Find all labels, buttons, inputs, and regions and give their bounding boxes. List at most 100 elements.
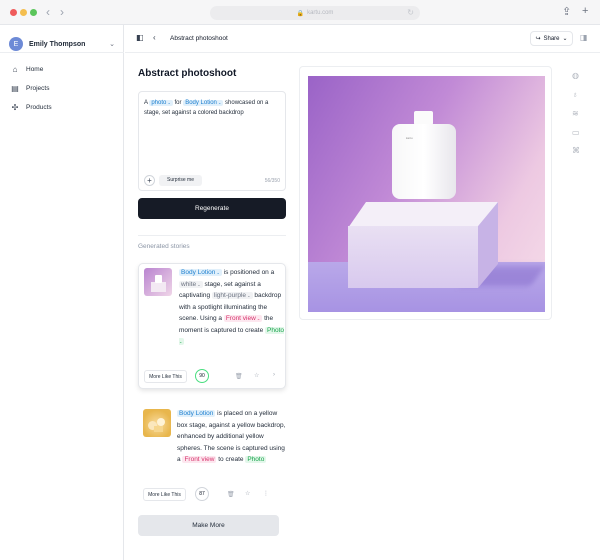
star-icon[interactable]: ☆ <box>254 372 259 379</box>
chevron-down-icon: ⌄ <box>196 281 201 287</box>
stage-box-top <box>348 202 498 228</box>
chevron-down-icon: ⌄ <box>255 316 261 321</box>
product-tag[interactable]: Body Lotion <box>177 410 216 417</box>
chevron-down-icon: ⌄ <box>246 293 251 298</box>
output-tag[interactable]: Photo <box>245 456 267 463</box>
share-page-icon[interactable]: ⇪ <box>562 5 571 18</box>
prompt-editor[interactable]: A photo ⌄ for Body Lotion ⌄ showcased on… <box>138 91 286 191</box>
sidebar-divider <box>0 52 124 53</box>
story-text: Body Lotion is placed on a yellow box st… <box>177 408 287 466</box>
tag-label: light-purple <box>213 292 247 299</box>
color-tag[interactable]: yellow <box>246 433 264 440</box>
lotion-bottle <box>392 124 456 199</box>
product-photo[interactable]: kartu <box>308 76 545 312</box>
chevron-down-icon: ⌄ <box>216 100 222 105</box>
tag-label: photo <box>151 100 167 106</box>
lock-icon: 🔒 <box>296 10 305 17</box>
sidebar-item-products[interactable]: ✣ Products <box>10 100 110 114</box>
view-tag[interactable]: Front view ⌄ <box>223 315 263 322</box>
chevron-down-icon: ⌄ <box>215 270 220 275</box>
story-thumbnail <box>143 409 171 437</box>
surprise-me-button[interactable]: Surprise me <box>159 175 202 186</box>
sidebar: E Emily Thompson ⌄ ⌂ Home ▤ Projects ✣ P… <box>0 25 124 560</box>
add-tag-button[interactable]: + <box>144 175 155 186</box>
photo-type-tag[interactable]: photo ⌄ <box>149 100 173 106</box>
generated-stories-heading: Generated stories <box>138 243 190 250</box>
section-divider <box>138 235 286 236</box>
more-like-this-button[interactable]: More Like This <box>143 488 186 501</box>
stage-box-front <box>348 226 478 288</box>
color-tag[interactable]: light-purple ⌄ <box>211 292 253 299</box>
new-tab-icon[interactable]: + <box>582 5 588 17</box>
regenerate-button[interactable]: Regenerate <box>138 198 286 219</box>
browser-titlebar: ‹ › 🔒 kartu.com ↻ ⇪ + <box>0 0 600 25</box>
score-badge: 87 <box>195 487 209 501</box>
app-window: ‹ › 🔒 kartu.com ↻ ⇪ + E Emily Thompson ⌄… <box>0 0 600 560</box>
document-icon: ▤ <box>11 83 19 93</box>
lamp-icon[interactable]: ♁ <box>572 90 578 99</box>
bottle-cap <box>414 111 433 125</box>
delete-icon[interactable]: 🗑 <box>235 373 243 380</box>
forward-arrow-icon[interactable]: › <box>60 5 64 19</box>
minimize-window-button[interactable] <box>20 9 27 16</box>
color-tag[interactable]: yellow <box>237 422 255 429</box>
sidebar-item-label: Products <box>26 103 52 111</box>
preview-frame: kartu <box>299 66 552 320</box>
sidebar-item-label: Projects <box>26 84 50 92</box>
story-fragment: is positioned on a <box>223 269 275 276</box>
user-name: Emily Thompson <box>29 40 86 48</box>
chevron-right-icon[interactable]: › <box>273 372 275 378</box>
tag-label: Front view <box>184 456 215 463</box>
sidebar-item-projects[interactable]: ▤ Projects <box>10 81 110 95</box>
breadcrumb-title: Abstract photoshoot <box>170 35 228 42</box>
page-header: ◧ ‹ Abstract photoshoot ↪ Share ⌄ ◨ <box>125 25 600 53</box>
avatar: E <box>9 37 23 51</box>
sidebar-toggle-icon[interactable]: ◧ <box>136 33 144 42</box>
maximize-window-button[interactable] <box>30 9 37 16</box>
share-button[interactable]: ↪ Share ⌄ <box>530 31 573 46</box>
back-arrow-icon[interactable]: ‹ <box>46 5 50 19</box>
url-text: kartu.com <box>307 10 334 16</box>
share-arrow-icon: ↪ <box>535 36 541 42</box>
chevron-down-icon: ⌄ <box>179 339 183 344</box>
product-tag[interactable]: Body Lotion ⌄ <box>183 100 224 106</box>
reload-icon[interactable]: ↻ <box>407 8 414 17</box>
prompt-text: A photo ⌄ for Body Lotion ⌄ showcased on… <box>144 98 282 118</box>
tag-label: white <box>181 280 197 288</box>
tag-label: Body Lotion <box>181 269 216 276</box>
command-icon[interactable]: ⌘ <box>572 146 580 155</box>
chevron-down-icon: ⌄ <box>166 100 171 105</box>
page-title: Abstract photoshoot <box>138 68 237 79</box>
chevron-down-icon: ⌄ <box>562 36 568 42</box>
back-icon[interactable]: ‹ <box>153 33 156 42</box>
view-tag[interactable]: Front view <box>182 456 217 463</box>
tag-label: Body Lotion <box>185 100 217 106</box>
story-fragment: is placed on a <box>217 410 258 417</box>
palette-icon[interactable]: ◍ <box>572 71 579 80</box>
story-thumbnail <box>144 268 172 296</box>
share-label: Share <box>543 35 560 42</box>
story-text: Body Lotion ⌄ is positioned on a white ⌄… <box>179 267 284 348</box>
more-options-icon[interactable]: ⋮ <box>263 490 269 497</box>
tag-label: Body Lotion <box>179 410 214 417</box>
story-card[interactable]: Body Lotion ⌄ is positioned on a white ⌄… <box>138 263 286 389</box>
close-window-button[interactable] <box>10 9 17 16</box>
delete-icon[interactable]: 🗑 <box>227 491 235 498</box>
image-icon[interactable]: ▭ <box>572 128 580 137</box>
star-icon[interactable]: ☆ <box>245 490 250 497</box>
color-tag[interactable]: yellow <box>259 410 277 417</box>
panel-toggle-icon[interactable]: ◨ <box>580 33 588 42</box>
color-tag[interactable]: white ⌄ <box>179 280 203 288</box>
product-tag[interactable]: Body Lotion ⌄ <box>179 269 222 276</box>
address-bar[interactable]: 🔒 kartu.com ↻ <box>210 6 420 20</box>
char-count: 56/350 <box>264 178 280 184</box>
tag-label: Photo <box>267 326 284 334</box>
story-fragment: box stage, against a <box>177 421 236 429</box>
score-badge: 90 <box>195 369 209 383</box>
story-fragment: to create <box>218 456 244 463</box>
make-more-button[interactable]: Make More <box>138 515 279 536</box>
home-icon: ⌂ <box>12 64 18 74</box>
more-like-this-button[interactable]: More Like This <box>144 370 187 383</box>
sidebar-item-home[interactable]: ⌂ Home <box>10 62 110 76</box>
layers-icon[interactable]: ≋ <box>572 109 579 118</box>
